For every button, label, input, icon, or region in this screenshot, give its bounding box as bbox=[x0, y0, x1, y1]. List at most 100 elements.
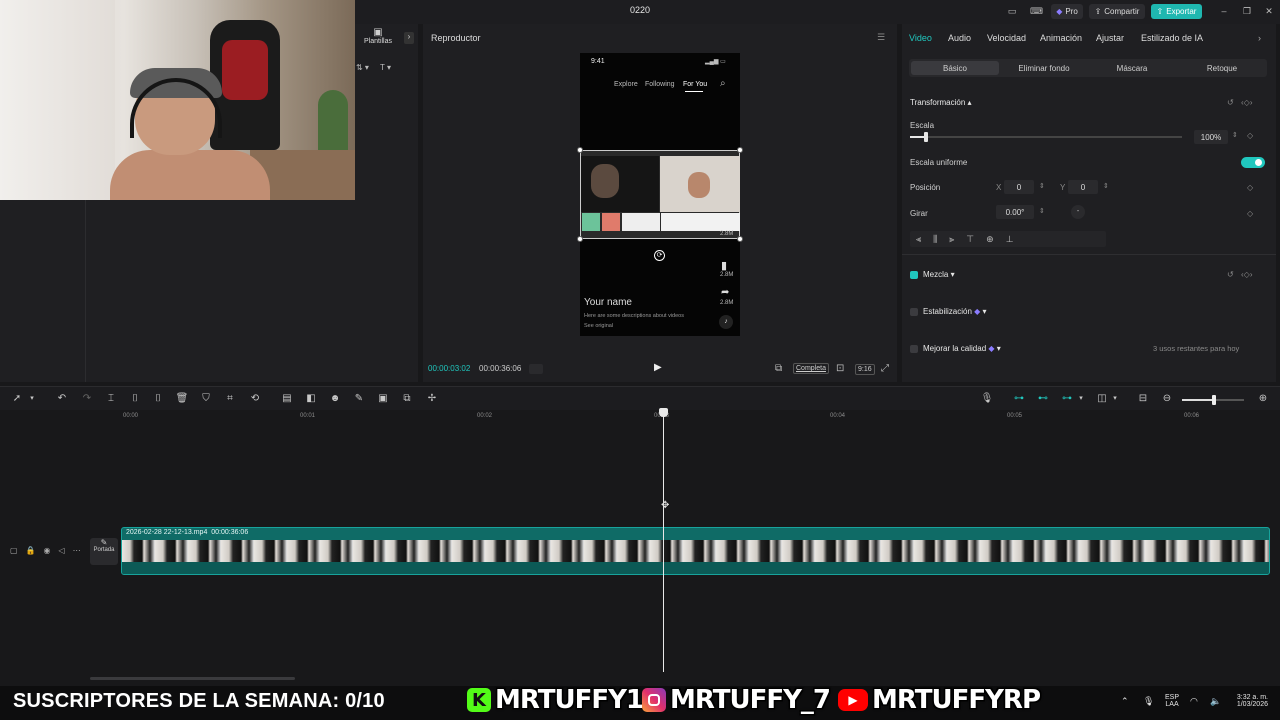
chevron-down-icon[interactable]: ▾ bbox=[25, 392, 39, 406]
pointer-icon[interactable]: ➚ bbox=[10, 392, 24, 406]
tray-chevron-icon[interactable]: ⌃ bbox=[1121, 696, 1129, 707]
rotate-field[interactable]: 0.00° bbox=[996, 205, 1034, 219]
zoom-slider[interactable] bbox=[1182, 395, 1244, 405]
transform-header[interactable]: Transformación ▴ bbox=[910, 98, 972, 107]
freeze-icon[interactable]: ▤ bbox=[280, 392, 294, 406]
more-icon[interactable]: ⋯ bbox=[73, 546, 81, 555]
subtab-remove-bg[interactable]: Eliminar fondo bbox=[1001, 59, 1087, 77]
crop-fit-icon[interactable]: ⧉ bbox=[775, 363, 782, 374]
tab-audio[interactable]: Audio bbox=[948, 33, 971, 43]
stepper-icon[interactable]: ⇕ bbox=[1039, 207, 1045, 215]
time-ruler[interactable] bbox=[0, 410, 1280, 424]
magnet-icon[interactable]: ⊶ bbox=[1012, 392, 1026, 406]
keyframe-icon[interactable]: ‹◇› bbox=[1241, 270, 1252, 279]
align-bottom-icon[interactable]: ⊥ bbox=[1006, 234, 1014, 245]
fullscreen-icon[interactable]: ⤢ bbox=[881, 363, 889, 374]
split-right-icon[interactable]: ⌷ bbox=[151, 392, 165, 406]
pro-button[interactable]: ◆ Pro bbox=[1051, 4, 1083, 19]
close-icon[interactable]: ✕ bbox=[1263, 5, 1275, 17]
scale-slider-knob[interactable] bbox=[924, 132, 928, 142]
tab-ai-style[interactable]: Estilizado de IA bbox=[1141, 33, 1203, 43]
reset-icon[interactable]: ↺ bbox=[1227, 98, 1234, 107]
keyframe-icon[interactable]: ◇ bbox=[1247, 131, 1253, 140]
tab-speed[interactable]: Velocidad bbox=[987, 33, 1026, 43]
reset-icon[interactable]: ↺ bbox=[1227, 270, 1234, 279]
keyboard-icon[interactable]: ⌨ bbox=[1030, 5, 1043, 17]
complete-quality-button[interactable]: Completa bbox=[793, 363, 829, 374]
tray-mic-icon[interactable]: 🎙 bbox=[1143, 696, 1154, 707]
horizontal-scrollbar[interactable] bbox=[90, 677, 295, 680]
stepper-icon[interactable]: ⇕ bbox=[1039, 182, 1045, 190]
caption-icon[interactable]: ▣ bbox=[376, 392, 390, 406]
keyframe-icon[interactable]: ◇ bbox=[1247, 183, 1253, 192]
templates-tab[interactable]: ▣ Plantillas bbox=[360, 27, 396, 45]
align-right-icon[interactable]: ⫸ bbox=[949, 234, 954, 245]
uniform-scale-toggle[interactable] bbox=[1241, 157, 1265, 168]
zoom-slider-knob[interactable] bbox=[1212, 395, 1216, 405]
cover-button[interactable]: ✎ Portada bbox=[90, 538, 118, 565]
quality-label[interactable]: Mejorar la calidad ◆ ▾ bbox=[923, 344, 1001, 353]
phone-preview[interactable]: 9:41 ▂▄▆ ▭ Explore Following For You ⌕ ⟳… bbox=[577, 53, 743, 336]
resize-handle-bl[interactable] bbox=[577, 236, 583, 242]
tab-animation[interactable]: Animación bbox=[1040, 33, 1082, 43]
chevron-right-icon[interactable]: › bbox=[1258, 33, 1261, 43]
share-button[interactable]: ⇪ Compartir bbox=[1089, 4, 1145, 19]
minimize-icon[interactable]: – bbox=[1218, 5, 1230, 17]
stabilize-label[interactable]: Estabilización ◆ ▾ bbox=[923, 307, 987, 316]
playhead-handle[interactable] bbox=[659, 408, 668, 417]
subtab-basic[interactable]: Básico bbox=[911, 61, 999, 75]
mirror-icon[interactable]: ◧ bbox=[304, 392, 318, 406]
zoom-out-icon[interactable]: ⊖ bbox=[1160, 392, 1174, 406]
align-top-icon[interactable]: ⊤ bbox=[966, 234, 974, 245]
align-left-icon[interactable]: ⫷ bbox=[916, 234, 921, 245]
align-center-icon[interactable]: ⫼ bbox=[933, 234, 937, 245]
keyframe-icon[interactable]: ◇ bbox=[1247, 209, 1253, 218]
microphone-icon[interactable]: 🎙 bbox=[980, 392, 994, 406]
text-filter-icon[interactable]: T ▾ bbox=[380, 63, 391, 72]
layout-icon[interactable]: ▭ bbox=[1006, 5, 1018, 17]
quality-checkbox[interactable] bbox=[910, 345, 918, 353]
position-y-field[interactable]: 0 bbox=[1068, 180, 1098, 194]
resize-handle-tr[interactable] bbox=[737, 147, 743, 153]
timecode-toggle-icon[interactable] bbox=[529, 364, 543, 374]
video-clip[interactable]: 2026-02-28 22-12-13.mp4 00:00:36:06 bbox=[121, 527, 1270, 575]
wifi-icon[interactable]: ◠ bbox=[1190, 696, 1198, 707]
subtab-mask[interactable]: Máscara bbox=[1089, 59, 1175, 77]
play-icon[interactable]: ▶ bbox=[654, 362, 662, 373]
person-icon[interactable]: ☻ bbox=[328, 392, 342, 406]
zoom-in-icon[interactable]: ⊕ bbox=[1256, 392, 1270, 406]
undo-icon[interactable]: ↶ bbox=[55, 392, 69, 406]
lock-icon[interactable]: 🔒 bbox=[26, 546, 36, 555]
chevron-down-icon[interactable]: ▾ bbox=[1108, 392, 1122, 406]
scale-slider[interactable] bbox=[910, 132, 1182, 142]
position-x-field[interactable]: 0 bbox=[1004, 180, 1034, 194]
language-indicator[interactable]: ESP LAA bbox=[1165, 694, 1179, 708]
resize-handle-br[interactable] bbox=[737, 236, 743, 242]
scale-value-field[interactable]: 100% bbox=[1194, 130, 1228, 144]
link-icon[interactable]: ⊷ bbox=[1036, 392, 1050, 406]
tab-video[interactable]: Video bbox=[909, 33, 932, 43]
blend-checkbox[interactable] bbox=[910, 271, 918, 279]
blend-label[interactable]: Mezcla ▾ bbox=[923, 270, 955, 279]
split-left-icon[interactable]: ⌷ bbox=[128, 392, 142, 406]
stepper-icon[interactable]: ⇕ bbox=[1232, 131, 1238, 139]
keyframe-icon[interactable]: ‹◇› bbox=[1241, 98, 1252, 107]
export-button[interactable]: ⇧ Exportar bbox=[1151, 4, 1202, 19]
edit-frame-icon[interactable]: ⧉ bbox=[400, 392, 414, 406]
track-select-icon[interactable]: ▢ bbox=[10, 546, 18, 555]
maximize-icon[interactable]: ❐ bbox=[1241, 5, 1253, 17]
magic-wand-icon[interactable]: ✎ bbox=[352, 392, 366, 406]
stepper-icon[interactable]: ⇕ bbox=[1103, 182, 1109, 190]
chevron-down-icon[interactable]: ▾ bbox=[1074, 392, 1088, 406]
split-view-icon[interactable]: ◫ bbox=[1095, 392, 1109, 406]
reverse-icon[interactable]: ⟲ bbox=[248, 392, 262, 406]
volume-icon[interactable]: 🔈 bbox=[1210, 696, 1221, 707]
delete-icon[interactable]: 🗑 bbox=[175, 392, 189, 406]
align-middle-icon[interactable]: ⊕ bbox=[986, 234, 994, 245]
redo-icon[interactable]: ↷ bbox=[80, 392, 94, 406]
rotate-handle-icon[interactable]: ⟳ bbox=[654, 250, 665, 261]
caption-tool-icon[interactable]: ⊟ bbox=[1136, 392, 1150, 406]
sort-icon[interactable]: ⇅ ▾ bbox=[356, 63, 369, 72]
shield-icon[interactable]: ⛉ bbox=[199, 392, 213, 406]
chevron-right-icon[interactable]: › bbox=[404, 32, 414, 44]
